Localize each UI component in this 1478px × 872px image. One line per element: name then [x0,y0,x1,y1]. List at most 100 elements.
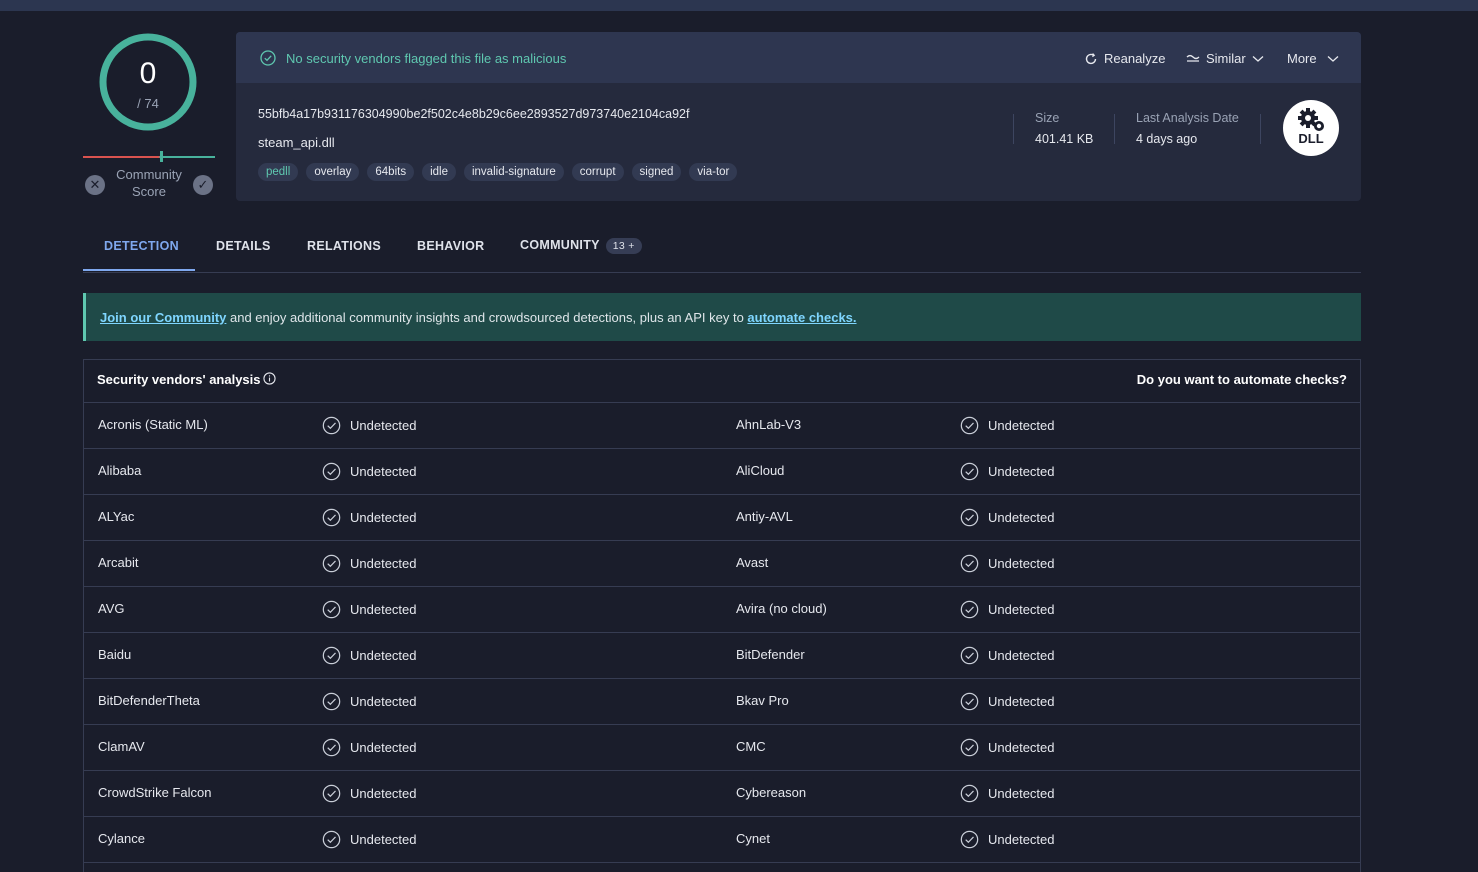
detected-count: 0 [139,57,157,90]
vendor-name: BitDefender [736,647,805,662]
file-summary-card: No security vendors flagged this file as… [236,32,1361,201]
community-label-line-2: Score [132,184,166,199]
meta-divider [1260,114,1261,144]
vendor-name: CrowdStrike Falcon [98,785,212,800]
tab-community[interactable]: COMMUNITY 13 + [520,238,642,254]
tag-corrupt[interactable]: corrupt [571,163,624,181]
tab-relations[interactable]: RELATIONS [307,239,381,253]
automate-checks-link[interactable]: automate checks. [747,310,856,325]
more-dropdown[interactable]: More [1287,51,1339,66]
vendor-name: Arcabit [98,555,139,570]
vendor-name: Alibaba [98,463,142,478]
result-label: Undetected [988,786,1055,801]
check-circle-icon [322,692,341,711]
result-label: Undetected [988,832,1055,847]
last-analysis-value: 4 days ago [1136,132,1198,146]
vendor-result: Undetected [322,508,417,527]
check-circle-icon [322,738,341,757]
check-circle-icon [322,600,341,619]
vendor-name: ClamAV [98,739,145,754]
tag-64bits[interactable]: 64bits [367,163,415,181]
check-circle-icon [960,646,979,665]
vendors-table-body: Acronis (Static ML) Undetected AhnLab-V3… [84,403,1360,863]
size-value: 401.41 KB [1035,132,1094,146]
check-circle-icon [960,830,979,849]
table-row: Baidu Undetected BitDefender Undetected [84,633,1360,679]
vendor-name: ALYac [98,509,135,524]
result-label: Undetected [350,510,417,525]
vendor-result: Undetected [960,692,1055,711]
result-label: Undetected [350,832,417,847]
tag-overlay[interactable]: overlay [306,163,360,181]
result-label: Undetected [988,694,1055,709]
reanalyze-button[interactable]: Reanalyze [1084,51,1165,66]
vote-harmless-icon[interactable]: ✓ [193,175,213,195]
check-circle-icon [960,416,979,435]
vendor-name: AVG [98,601,125,616]
result-label: Undetected [350,740,417,755]
chevron-down-icon [1252,55,1264,62]
vendor-result: Undetected [960,462,1055,481]
check-circle-icon [322,784,341,803]
vendor-result: Undetected [322,462,417,481]
check-circle-icon [960,554,979,573]
check-circle-icon [260,50,276,66]
info-icon[interactable] [263,372,276,385]
top-bar [0,0,1478,11]
file-type-label: DLL [1298,131,1324,146]
tab-behavior[interactable]: BEHAVIOR [417,239,484,253]
table-row: AVG Undetected Avira (no cloud) Undetect… [84,587,1360,633]
status-message: No security vendors flagged this file as… [286,51,567,66]
vendor-name: BitDefenderTheta [98,693,200,708]
check-circle-icon [960,692,979,711]
vendor-name: Bkav Pro [736,693,789,708]
automate-checks-prompt[interactable]: Do you want to automate checks? [1137,372,1347,387]
vendor-result: Undetected [322,600,417,619]
result-label: Undetected [350,694,417,709]
vendor-name: Avira (no cloud) [736,601,827,616]
vendor-name: AliCloud [736,463,785,478]
check-circle-icon [322,416,341,435]
result-label: Undetected [350,418,417,433]
tag-signed[interactable]: signed [631,163,682,181]
check-circle-icon [322,646,341,665]
active-tab-indicator [83,269,195,271]
join-community-link[interactable]: Join our Community [100,310,226,325]
check-circle-icon [322,554,341,573]
tab-detection[interactable]: DETECTION [104,239,179,253]
vendor-result: Undetected [960,416,1055,435]
community-label-line-1: Community [116,167,182,182]
vote-malicious-icon[interactable]: ✕ [85,175,105,195]
similar-icon [1186,54,1200,62]
table-row: ClamAV Undetected CMC Undetected [84,725,1360,771]
status-bar: No security vendors flagged this file as… [236,32,1361,83]
result-label: Undetected [988,418,1055,433]
file-hash[interactable]: 55bfb4a17b931176304990be2f502c4e8b29c6ee… [258,107,689,121]
check-circle-icon [960,784,979,803]
banner-middle-text: and enjoy additional community insights … [226,310,748,325]
tab-details[interactable]: DETAILS [216,239,271,253]
table-row: ALYac Undetected Antiy-AVL Undetected [84,495,1360,541]
tag-idle[interactable]: idle [422,163,456,181]
vendor-name: Acronis (Static ML) [98,417,208,432]
check-circle-icon [322,462,341,481]
vendor-result: Undetected [322,646,417,665]
more-label: More [1287,51,1317,66]
chevron-down-icon [1327,55,1339,62]
last-analysis-label: Last Analysis Date [1136,111,1239,125]
vendor-result: Undetected [322,416,417,435]
result-label: Undetected [350,648,417,663]
vendor-result: Undetected [960,784,1055,803]
vendor-result: Undetected [960,508,1055,527]
check-circle-icon [960,508,979,527]
reanalyze-label: Reanalyze [1104,51,1166,66]
refresh-icon [1085,52,1097,64]
tag-invalid-signature[interactable]: invalid-signature [463,163,564,181]
community-count-badge: 13 + [605,238,642,254]
similar-dropdown[interactable]: Similar [1186,51,1264,66]
tag-via-tor[interactable]: via-tor [689,163,738,181]
result-label: Undetected [988,648,1055,663]
vendor-result: Undetected [960,600,1055,619]
community-score-bar [83,156,215,158]
tag-pedll[interactable]: pedll [258,163,299,181]
